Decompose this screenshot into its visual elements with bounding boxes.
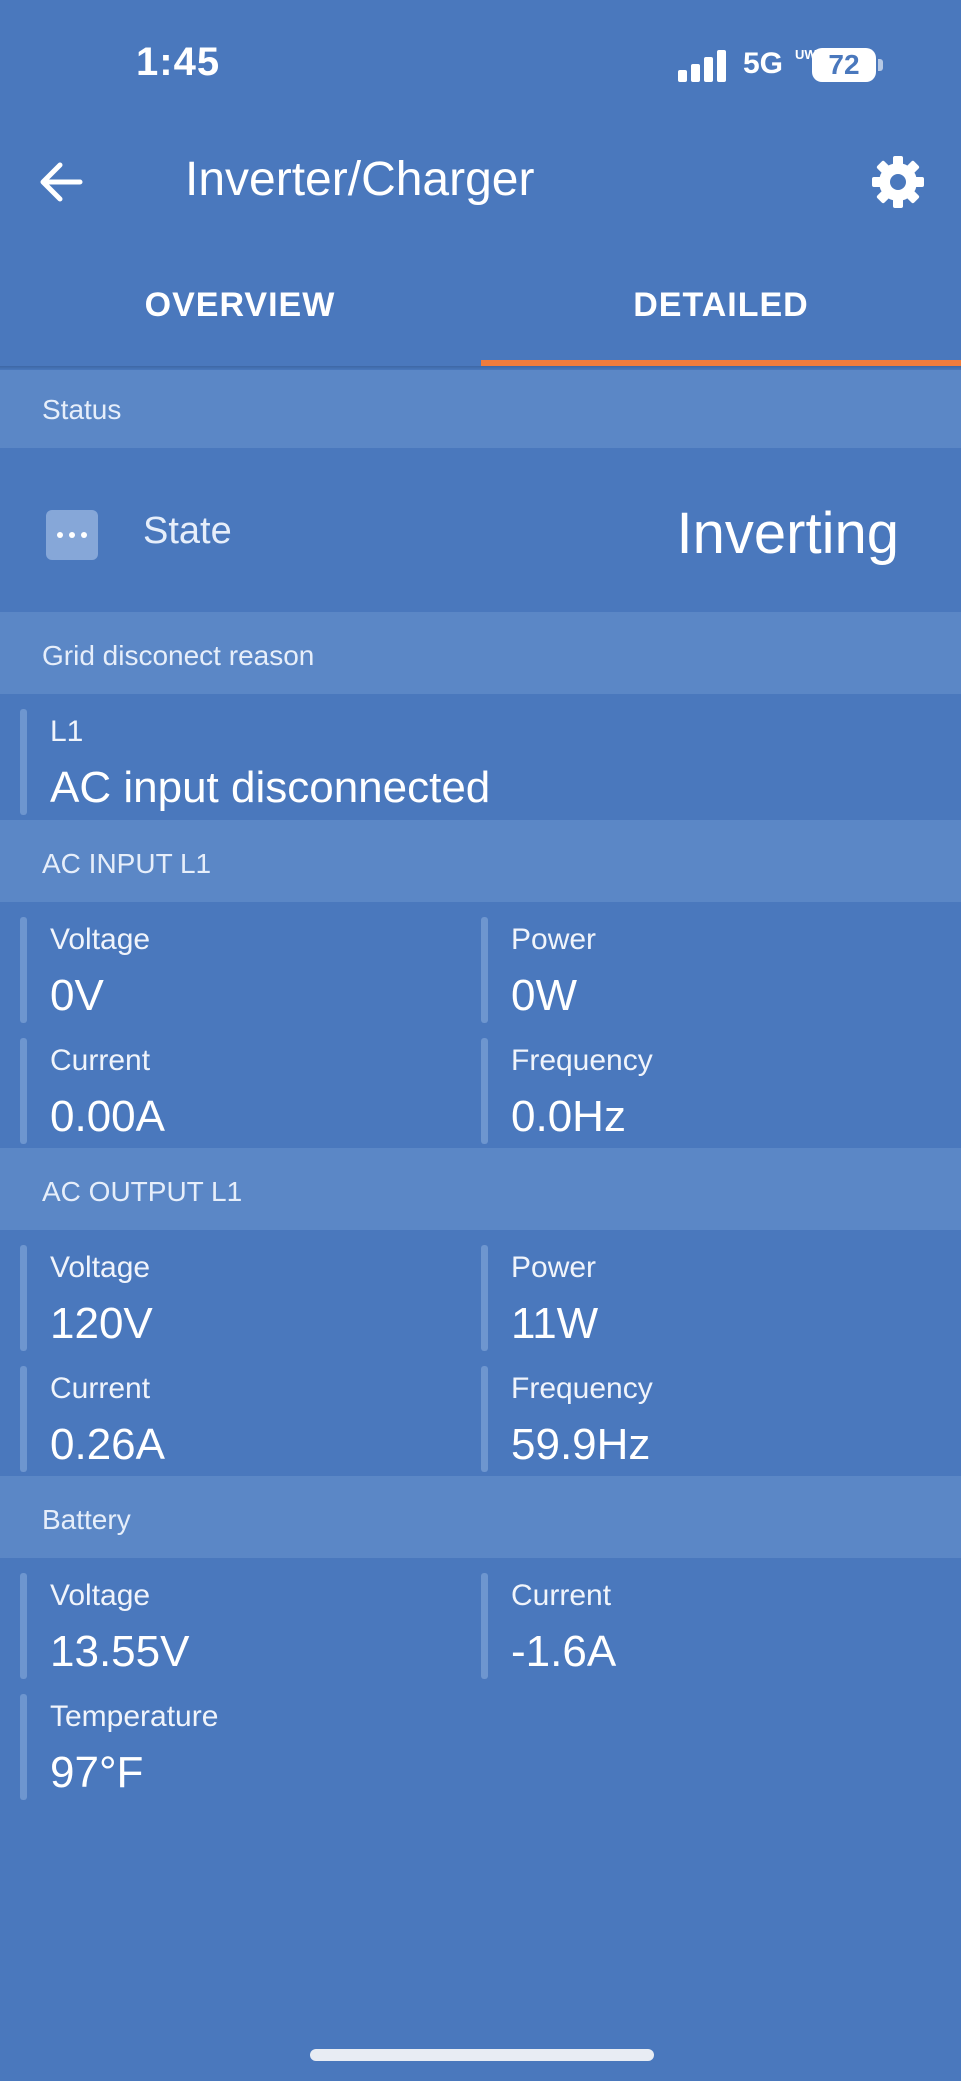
ac-output-voltage-label: Voltage	[50, 1251, 151, 1284]
battery-voltage-value: 13.55V	[50, 1627, 190, 1676]
ac-input-current-value: 0.00A	[50, 1092, 165, 1141]
section-header-status: Status	[0, 370, 961, 448]
ac-output-power-value: 11W	[511, 1299, 599, 1348]
battery-current-label: Current	[511, 1579, 612, 1612]
section-header-ac-output: AC OUTPUT L1	[0, 1148, 961, 1230]
section-title-status: Status	[42, 394, 122, 425]
ac-output-voltage: Voltage 120V	[20, 1245, 440, 1351]
settings-button[interactable]	[866, 150, 930, 214]
state-value: Inverting	[676, 501, 899, 566]
network-indicator: 5G UW	[743, 47, 817, 81]
battery-icon: 72	[812, 48, 876, 82]
grid-l1-label: L1	[50, 715, 84, 748]
app-header: Inverter/Charger	[0, 130, 961, 240]
battery-voltage-label: Voltage	[50, 1579, 151, 1612]
battery-level: 72	[828, 49, 860, 80]
ac-output-voltage-value: 120V	[50, 1299, 153, 1348]
battery-tip	[878, 59, 883, 71]
tab-detailed[interactable]: DETAILED	[481, 262, 961, 368]
ac-input-current: Current 0.00A	[20, 1038, 440, 1144]
battery-current: Current -1.6A	[481, 1573, 901, 1679]
ac-input-voltage-value: 0V	[50, 971, 104, 1020]
page-title: Inverter/Charger	[185, 153, 535, 206]
ac-output-current: Current 0.26A	[20, 1366, 440, 1472]
section-title-battery: Battery	[42, 1504, 131, 1535]
tab-bar: OVERVIEW DETAILED	[0, 262, 961, 368]
section-title-grid: Grid disconect reason	[42, 640, 315, 671]
grid-l1-item: L1 AC input disconnected	[20, 709, 920, 815]
section-header-ac-input: AC INPUT L1	[0, 820, 961, 902]
ac-input-power-value: 0W	[511, 971, 577, 1020]
back-button[interactable]	[30, 150, 94, 214]
ac-output-power: Power 11W	[481, 1245, 901, 1351]
gear-icon	[872, 156, 924, 208]
ac-input-current-label: Current	[50, 1044, 151, 1077]
battery-current-value: -1.6A	[511, 1627, 617, 1676]
status-time: 1:45	[136, 40, 221, 84]
section-title-ac-output: AC OUTPUT L1	[42, 1176, 243, 1207]
ac-input-voltage-label: Voltage	[50, 923, 151, 956]
section-title-ac-input: AC INPUT L1	[42, 848, 212, 879]
ac-input-voltage: Voltage 0V	[20, 917, 440, 1023]
battery-temperature-value: 97°F	[50, 1748, 144, 1797]
ac-input-power: Power 0W	[481, 917, 901, 1023]
battery-voltage: Voltage 13.55V	[20, 1573, 440, 1679]
screen: 1:45 5G UW 72 Inverter/Charger OVERVIEW …	[0, 0, 961, 2081]
battery-temperature: Temperature 97°F	[20, 1694, 440, 1800]
ac-output-frequency-label: Frequency	[511, 1372, 653, 1405]
ac-input-power-label: Power	[511, 923, 597, 956]
ac-output-power-label: Power	[511, 1251, 597, 1284]
section-header-grid: Grid disconect reason	[0, 612, 961, 694]
tab-overview[interactable]: OVERVIEW	[0, 262, 480, 368]
home-indicator[interactable]	[310, 2049, 654, 2061]
ac-output-frequency: Frequency 59.9Hz	[481, 1366, 901, 1472]
ac-input-frequency-value: 0.0Hz	[511, 1092, 626, 1141]
ac-output-current-label: Current	[50, 1372, 151, 1405]
battery-temperature-label: Temperature	[50, 1700, 219, 1733]
arrow-left-icon	[40, 162, 83, 202]
ac-output-current-value: 0.26A	[50, 1420, 165, 1469]
status-bar: 1:45 5G UW 72	[0, 0, 961, 130]
state-row[interactable]: State Inverting	[0, 448, 961, 612]
ac-input-frequency: Frequency 0.0Hz	[481, 1038, 901, 1144]
more-dots-icon	[46, 510, 98, 560]
grid-l1-value: AC input disconnected	[50, 763, 491, 812]
network-label: 5G	[743, 47, 784, 80]
ac-input-frequency-label: Frequency	[511, 1044, 653, 1077]
state-label: State	[143, 510, 232, 552]
ac-output-frequency-value: 59.9Hz	[511, 1420, 651, 1469]
section-header-battery: Battery	[0, 1476, 961, 1558]
signal-icon	[678, 48, 728, 82]
